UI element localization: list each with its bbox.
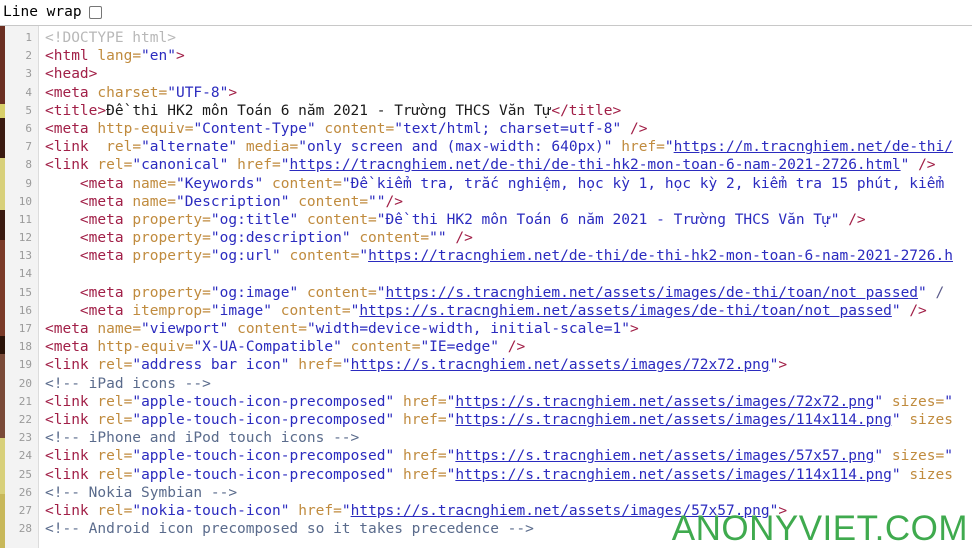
code-viewer-window: Line wrap 1 2 3 4 5 6 7 8 9 10 11 12 13 14 15 16 17 18 19 2… <box>0 0 972 548</box>
code-line[interactable]: <link rel="canonical" href="https://trac… <box>45 156 972 174</box>
line-number: 24 <box>18 449 32 463</box>
code-line[interactable]: <link rel="nokia-touch-icon" href="https… <box>45 502 972 520</box>
code-line[interactable]: <link rel="apple-touch-icon-precomposed"… <box>45 411 972 429</box>
line-number: 18 <box>18 340 32 354</box>
code-line[interactable]: <meta http-equiv="X-UA-Compatible" conte… <box>45 338 972 356</box>
code-line[interactable]: <meta itemprop="image" content="https://… <box>45 302 972 320</box>
change-marker-strip <box>0 26 5 548</box>
line-wrap-label: Line wrap <box>3 4 82 21</box>
code-line[interactable]: <meta property="og:title" content="Đề th… <box>45 211 972 229</box>
code-line[interactable] <box>45 265 972 283</box>
code-line[interactable]: <link rel="address bar icon" href="https… <box>45 356 972 374</box>
line-number: 17 <box>18 322 32 335</box>
change-marker-segment <box>0 158 5 210</box>
line-number: 16 <box>18 303 32 317</box>
line-number: 7 <box>25 140 32 154</box>
code-line[interactable]: <meta name="Description" content=""/> <box>45 193 972 211</box>
line-number: 9 <box>25 176 32 190</box>
change-marker-segment <box>0 118 5 158</box>
line-number: 11 <box>18 212 32 226</box>
code-line[interactable]: <meta name="Keywords" content="Đề kiểm t… <box>45 175 972 193</box>
code-line[interactable]: <head> <box>45 65 972 83</box>
line-number: 3 <box>25 67 32 81</box>
change-marker-segment <box>0 494 5 548</box>
change-marker-segment <box>0 354 5 438</box>
code-line[interactable]: <meta property="og:description" content=… <box>45 229 972 247</box>
code-content[interactable]: <!DOCTYPE html> <html lang="en"> <head> <me… <box>39 26 972 548</box>
line-number: 5 <box>25 103 32 117</box>
code-line[interactable]: <meta property="og:image" content="https… <box>45 284 972 302</box>
code-line[interactable]: <link rel="apple-touch-icon-precomposed"… <box>45 393 972 411</box>
line-number: 27 <box>18 503 32 517</box>
line-number-gutter: 1 2 3 4 5 6 7 8 9 10 11 12 13 14 15 16 17 18 19 20 21 22 23 24 2… <box>5 26 39 548</box>
line-number: 20 <box>18 376 32 390</box>
line-number: 26 <box>18 485 32 499</box>
line-number: 22 <box>18 412 32 426</box>
line-number: 13 <box>18 249 32 263</box>
line-number: 14 <box>18 267 32 281</box>
code-line[interactable]: <title>Đề thi HK2 môn Toán 6 năm 2021 - … <box>45 102 972 120</box>
code-line[interactable]: <html lang="en"> <box>45 47 972 65</box>
change-marker-segment <box>0 240 5 336</box>
code-line[interactable]: <link rel="apple-touch-icon-precomposed"… <box>45 447 972 465</box>
toolbar: Line wrap <box>0 0 972 26</box>
line-number: 8 <box>25 158 32 172</box>
line-number: 2 <box>25 49 32 63</box>
editor: 1 2 3 4 5 6 7 8 9 10 11 12 13 14 15 16 17 18 19 20 21 22 23 24 2… <box>0 26 972 548</box>
change-marker-segment <box>0 104 5 118</box>
code-line[interactable]: <meta charset="UTF-8"> <box>45 84 972 102</box>
line-number: 15 <box>18 285 32 299</box>
line-number: 6 <box>25 121 32 135</box>
line-number: 19 <box>18 358 32 372</box>
change-marker-segment <box>0 26 5 104</box>
code-line[interactable]: <meta http-equiv="Content-Type" content=… <box>45 120 972 138</box>
line-number: 21 <box>18 394 32 408</box>
change-marker-segment <box>0 210 5 240</box>
line-number: 12 <box>18 231 32 245</box>
code-line[interactable]: <link rel="apple-touch-icon-precomposed"… <box>45 466 972 484</box>
code-line[interactable]: <!-- iPad icons --> <box>45 375 972 393</box>
code-line[interactable]: <!-- Nokia Symbian --> <box>45 484 972 502</box>
line-number: 23 <box>18 431 32 445</box>
line-number: 25 <box>18 467 32 481</box>
line-wrap-checkbox[interactable] <box>88 6 102 19</box>
code-line[interactable]: <meta property="og:url" content="https:/… <box>45 247 972 265</box>
line-number: 4 <box>25 85 32 99</box>
code-line[interactable]: <link rel="alternate" media="only screen… <box>45 138 972 156</box>
code-line[interactable]: <!-- Android icon precomposed so it take… <box>45 520 972 538</box>
line-number: 1 <box>25 31 32 44</box>
code-line[interactable]: <meta name="viewport" content="width=dev… <box>45 320 972 338</box>
change-marker-segment <box>0 336 5 354</box>
code-line[interactable]: <!-- iPhone and iPod touch icons --> <box>45 429 972 447</box>
change-marker-segment <box>0 438 5 494</box>
line-number: 28 <box>18 522 32 536</box>
line-number: 10 <box>18 194 32 208</box>
code-line[interactable]: <!DOCTYPE html> <box>45 29 972 47</box>
